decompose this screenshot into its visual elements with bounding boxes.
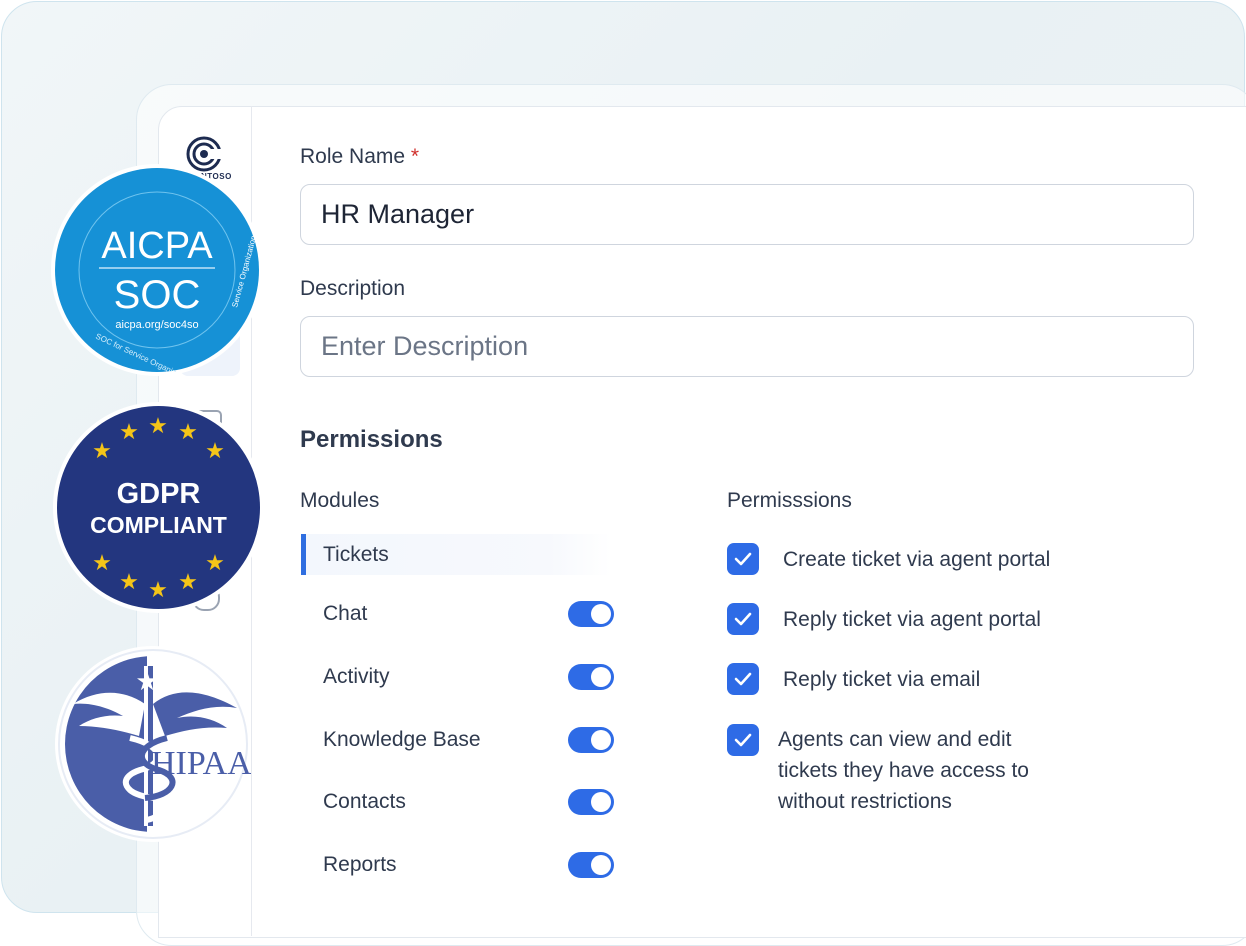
star-icon: ★ [148,414,168,439]
permission-checkbox-view-edit[interactable] [727,724,759,756]
hipaa-text: HIPAA [151,745,251,782]
star-icon: ★ [178,570,198,595]
gdpr-line2: COMPLIANT [90,512,227,538]
active-indicator [301,534,306,575]
gdpr-badge-graphic: ★ ★ ★ ★ ★ ★ ★ ★ ★ ★ GDPR COMPLIANT [57,406,260,609]
module-label-tickets: Tickets [323,543,389,566]
star-icon: ★ [119,570,139,595]
gdpr-compliant-badge: ★ ★ ★ ★ ★ ★ ★ ★ ★ ★ GDPR COMPLIANT [57,406,260,609]
check-icon [734,612,752,626]
module-toggle-knowledge-base[interactable] [568,727,614,753]
module-toggle-contacts[interactable] [568,789,614,815]
aicpa-badge-graphic: AICPA SOC aicpa.org/soc4so SOC for Servi… [57,170,259,386]
description-input[interactable]: Enter Description [300,316,1194,377]
description-placeholder: Enter Description [321,331,529,361]
check-icon [734,552,752,566]
permission-label-reply-email: Reply ticket via email [783,668,981,691]
aicpa-subtitle: SOC [114,273,201,317]
star-icon: ★ [92,551,112,576]
permission-label-line: without restrictions [778,790,952,813]
star-icon: ★ [205,439,225,464]
star-icon: ★ [178,420,198,445]
modules-header: Modules [300,489,380,512]
role-name-label: Role Name * [300,145,420,168]
description-label: Description [300,277,406,300]
star-icon: ★ [135,667,158,697]
gdpr-line1: GDPR [117,478,201,510]
module-toggle-chat[interactable] [568,601,614,627]
hipaa-badge: ★ HIPAA [55,646,252,842]
check-icon [734,733,752,747]
required-marker: * [410,145,420,168]
module-toggle-activity[interactable] [568,664,614,690]
module-label-chat[interactable]: Chat [323,602,367,626]
aicpa-soc-badge: AICPA SOC aicpa.org/soc4so SOC for Servi… [55,168,259,386]
permission-label-view-edit: Agents can view and edit tickets they ha… [778,724,1029,817]
module-label-activity[interactable]: Activity [323,665,390,689]
role-name-input[interactable]: HR Manager [300,184,1194,245]
aicpa-title: AICPA [101,225,213,267]
permission-label-reply-portal: Reply ticket via agent portal [783,608,1041,631]
permissions-heading: Permissions [300,426,443,453]
permission-checkbox-create-ticket[interactable] [727,543,759,575]
check-icon [734,672,752,686]
hipaa-badge-graphic: ★ HIPAA [58,649,252,839]
role-name-value: HR Manager [321,199,475,229]
permission-label-line: tickets they have access to [778,759,1029,782]
module-label-reports[interactable]: Reports [323,853,397,877]
permission-checkbox-reply-email[interactable] [727,663,759,695]
permission-checkbox-reply-portal[interactable] [727,603,759,635]
star-icon: ★ [92,439,112,464]
module-label-contacts[interactable]: Contacts [323,790,406,814]
star-icon: ★ [119,420,139,445]
permissions-header: Permisssions [727,489,852,512]
aicpa-url: aicpa.org/soc4so [115,319,198,331]
permission-label-create-ticket: Create ticket via agent portal [783,548,1051,571]
star-icon: ★ [205,551,225,576]
star-icon: ★ [148,578,168,603]
module-label-knowledge-base[interactable]: Knowledge Base [323,728,481,752]
module-toggle-reports[interactable] [568,852,614,878]
permission-label-line: Agents can view and edit [778,728,1012,751]
